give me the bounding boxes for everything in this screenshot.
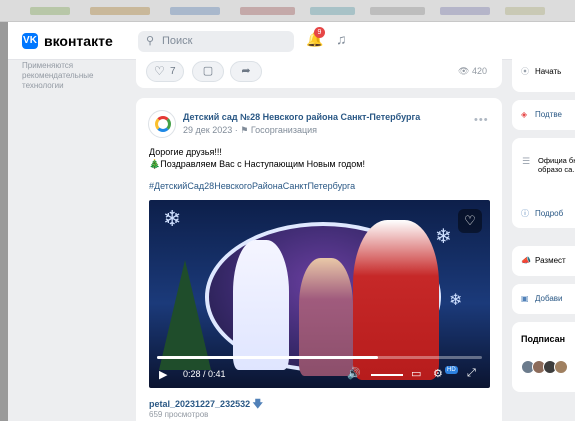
group-logo-icon [155, 116, 171, 132]
bookmark-item[interactable] [440, 7, 490, 15]
like-button[interactable]: ♡ 7 [146, 61, 184, 82]
add-row[interactable]: ▣ Добави [521, 294, 563, 303]
place-label: Размест [535, 256, 566, 265]
confirm-label: Подтве [535, 110, 562, 119]
bookmark-item[interactable] [240, 7, 295, 15]
post-author-link[interactable]: Детский сад №28 Невского района Санкт-Пе… [183, 112, 420, 122]
volume-icon[interactable]: 🔊 [347, 367, 361, 380]
details-row[interactable]: ⓘ Подроб [521, 208, 563, 219]
download-arrow-icon[interactable]: 🡇 [253, 399, 263, 410]
broadcast-icon: ⦿ [521, 67, 529, 76]
subscriber-avatars [521, 340, 575, 380]
comment-icon: ▢ [202, 65, 214, 77]
quality-badge: HD [445, 366, 458, 374]
post-date[interactable]: 29 дек 2023 [183, 125, 232, 135]
org-type-label: Госорганизация [250, 125, 318, 135]
post-text-line: 🎄Поздравляем Вас с Наступающим Новым год… [149, 159, 365, 170]
fullscreen-icon[interactable]: ⤢ [467, 367, 476, 380]
right-card-add: ▣ Добави [512, 284, 575, 314]
add-label: Добави [535, 294, 563, 303]
notifications-bell-icon[interactable]: 🔔 9 [306, 27, 325, 49]
vk-logo-icon[interactable]: VK [22, 33, 38, 49]
start-row[interactable]: ⦿ Начать [521, 66, 561, 77]
search-input[interactable]: ⚲ Поиск [138, 31, 294, 52]
bookmark-item[interactable] [310, 7, 355, 15]
recommendation-notice: Применяются рекомендательные технологии [22, 61, 94, 90]
add-photo-icon: ▣ [521, 294, 529, 303]
right-card-place: 📣 Размест [512, 246, 575, 276]
search-icon: ⚲ [146, 35, 155, 47]
video-progress-fill [157, 356, 378, 359]
heart-icon: ♡ [464, 213, 476, 228]
views-counter: 👁 420 [458, 66, 487, 77]
snowflake-icon: ❄ [435, 226, 452, 248]
right-card-subscribers: Подписан [512, 322, 575, 392]
bookmark-item[interactable] [370, 7, 425, 15]
vk-logo-text[interactable]: вконтакте [44, 33, 113, 49]
list-icon: ☰ [522, 156, 531, 166]
hashtag-link[interactable]: #ДетскийСад28НевскогоРайонаСанктПетербур… [149, 181, 355, 191]
like-count: 7 [170, 66, 176, 77]
official-description: Официа бюдже образо са... Ещ [538, 156, 575, 174]
place-row[interactable]: 📣 Размест [521, 256, 566, 265]
search-placeholder: Поиск [162, 35, 193, 47]
bookmark-item[interactable] [505, 7, 545, 15]
more-options-icon[interactable]: ••• [474, 114, 489, 126]
snowflake-icon: ❄ [163, 206, 182, 231]
eye-icon: 👁 [458, 66, 470, 76]
video-time: 0:28 / 0:41 [183, 369, 226, 379]
video-player[interactable]: ❄ ❄ ❄ ♡ ▶ 0:28 / 0:41 🔊 ▭ ⚙ HD ⤢ [149, 200, 490, 388]
snowflake-icon: ❄ [449, 292, 463, 309]
music-icon[interactable]: ♫ [336, 31, 347, 47]
christmas-tree-graphic [159, 260, 211, 370]
video-views-count: 659 просмотров [149, 410, 209, 419]
share-button[interactable]: ➦ [230, 61, 262, 82]
bookmark-item[interactable] [170, 7, 220, 15]
share-icon: ➦ [241, 65, 251, 77]
details-label: Подроб [535, 209, 564, 218]
confirm-row[interactable]: ◈ Подтве [521, 110, 562, 119]
miniplayer-icon[interactable]: ▭ [411, 367, 421, 380]
video-filename-text: petal_20231227_232532 [149, 399, 251, 409]
heart-icon: ♡ [154, 64, 165, 78]
post-card: Детский сад №28 Невского района Санкт-Пе… [136, 98, 502, 421]
avatar[interactable] [554, 360, 568, 374]
views-count: 420 [471, 66, 487, 76]
notification-count-badge: 9 [314, 27, 325, 38]
right-card-official: ☰ Официа бюдже образо са... Ещ ⓘ Подроб [512, 138, 575, 228]
post-text-greeting: Поздравляем Вас с Наступающим Новым годо… [160, 159, 365, 169]
gosuslugi-icon: ◈ [521, 110, 528, 119]
bookmark-item[interactable] [90, 7, 150, 15]
right-card-start: ⦿ Начать [512, 52, 575, 92]
previous-post-footer: ♡ 7 ▢ ➦ 👁 420 [136, 52, 502, 88]
video-like-button[interactable]: ♡ [458, 209, 482, 233]
megaphone-icon: 📣 [521, 256, 531, 265]
flag-icon: ⚑ [240, 125, 249, 135]
post-text-line: Дорогие друзья!!! [149, 147, 222, 157]
comment-button[interactable]: ▢ [192, 61, 224, 82]
start-label: Начать [535, 67, 562, 76]
browser-bookmarks-bar [0, 0, 575, 22]
volume-slider[interactable] [371, 374, 403, 376]
bookmark-item[interactable] [30, 7, 70, 15]
play-icon[interactable]: ▶ [159, 368, 167, 381]
christmas-tree-icon: 🎄 [149, 159, 161, 169]
video-progress-bar[interactable] [157, 356, 482, 359]
info-icon: ⓘ [521, 209, 529, 218]
official-text: Официа бюдже образо са... [538, 156, 575, 174]
vk-page: VK вконтакте ⚲ Поиск 🔔 9 ♫ Применяются р… [8, 22, 575, 421]
group-avatar[interactable] [148, 110, 176, 138]
right-card-verify: ◈ Подтве [512, 100, 575, 130]
snow-maiden-figure [233, 240, 289, 370]
post-meta: 29 дек 2023 · ⚑ Госорганизация [183, 125, 317, 136]
settings-gear-icon[interactable]: ⚙ [433, 367, 443, 380]
